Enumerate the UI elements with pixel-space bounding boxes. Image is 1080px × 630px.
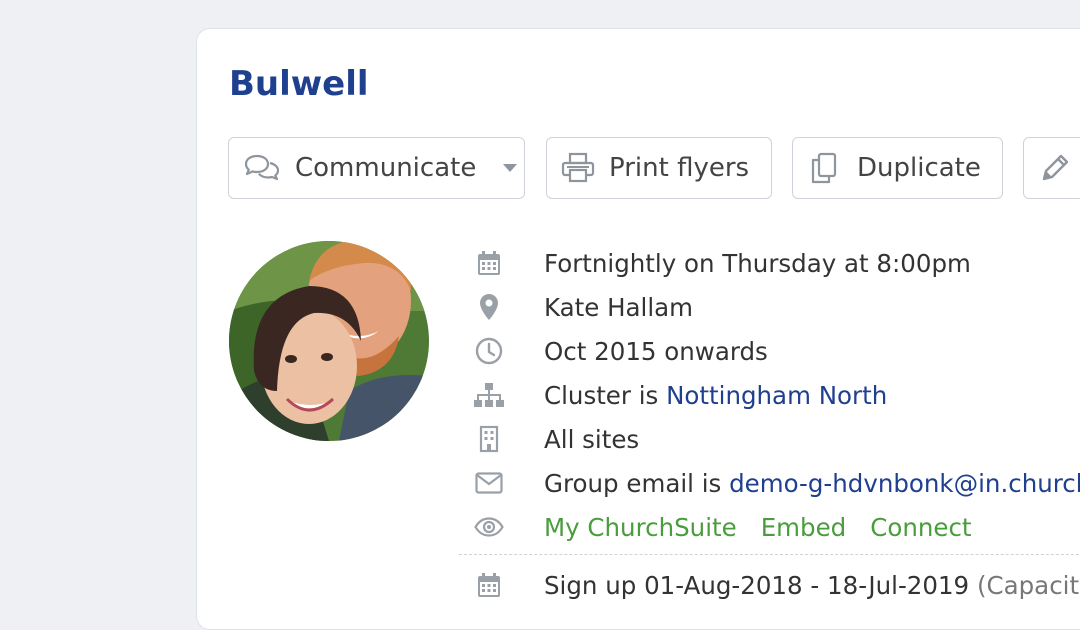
map-marker-icon: [471, 289, 507, 325]
envelope-icon: [471, 465, 507, 501]
email-prefix: Group email is: [544, 468, 730, 498]
duplicate-label: Duplicate: [857, 153, 981, 183]
edit-button[interactable]: [1023, 137, 1080, 199]
calendar-icon: [471, 567, 507, 603]
pencil-icon: [1042, 154, 1069, 181]
divider: [459, 554, 1080, 555]
print-flyers-label: Print flyers: [609, 153, 750, 183]
cluster-link[interactable]: Nottingham North: [666, 381, 887, 410]
location-text: Kate Hallam: [544, 292, 694, 322]
sites-text: All sites: [544, 424, 640, 454]
print-flyers-button[interactable]: Print flyers: [546, 137, 772, 199]
caret-down-icon: [503, 164, 518, 172]
group-card: Bulwell Communicate Print flyers Duplica…: [196, 28, 1080, 630]
eye-icon: [471, 509, 507, 545]
building-icon: [471, 421, 507, 457]
page-title: Bulwell: [229, 64, 369, 104]
dates-text: Oct 2015 onwards: [544, 336, 768, 366]
embed-link[interactable]: Embed: [761, 513, 847, 542]
duplicate-button[interactable]: Duplicate: [792, 137, 1003, 199]
my-churchsuite-link[interactable]: My ChurchSuite: [544, 513, 737, 542]
schedule-text: Fortnightly on Thursday at 8:00pm: [544, 248, 971, 278]
connect-link[interactable]: Connect: [870, 513, 971, 542]
cluster-prefix: Cluster is: [544, 380, 667, 410]
copy-icon: [811, 152, 837, 184]
group-avatar: [229, 241, 429, 441]
signup-capacity: (Capacity:: [976, 570, 1080, 600]
signup-text: Sign up 01-Aug-2018 - 18-Jul-2019: [544, 570, 970, 600]
comments-icon: [244, 154, 280, 181]
sitemap-icon: [471, 377, 507, 413]
clock-icon: [471, 333, 507, 369]
communicate-button[interactable]: Communicate: [228, 137, 525, 199]
print-icon: [561, 152, 595, 183]
communicate-label: Communicate: [295, 153, 477, 183]
email-link[interactable]: demo-g-hdvnbonk@in.church: [729, 469, 1080, 498]
calendar-icon: [471, 245, 507, 281]
